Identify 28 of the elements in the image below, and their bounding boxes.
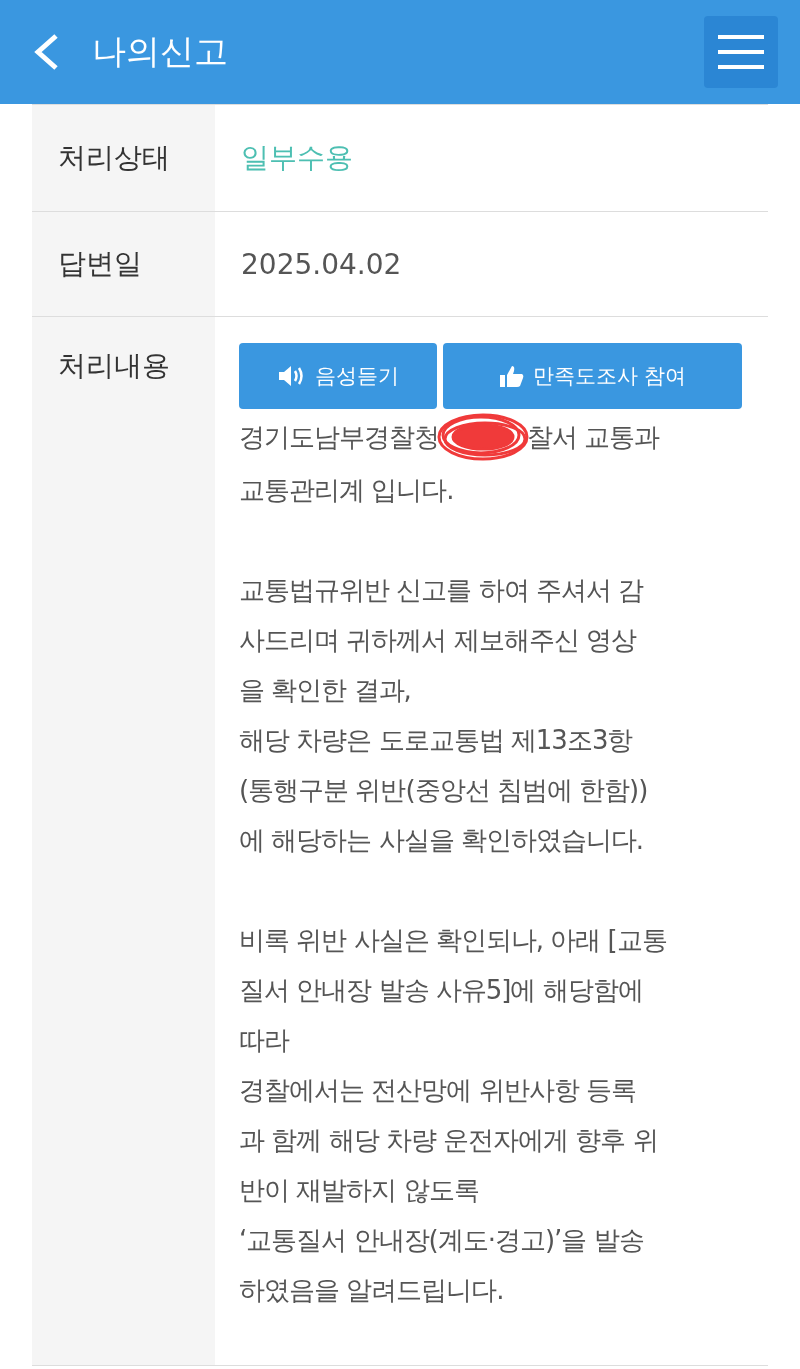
answer-text: 해당 차량은 도로교통법 제13조3항 <box>239 724 634 757</box>
answer-text: 비록 위반 사실은 확인되나, 아래 [교통 <box>239 924 668 957</box>
menu-button[interactable] <box>704 16 778 88</box>
field-label: 답변일 <box>32 212 215 316</box>
field-label: 처리내용 <box>58 349 170 382</box>
answer-text: 경찰에서는 전산망에 위반사항 등록 <box>239 1074 637 1107</box>
answer-text: 과 함께 해당 차량 운전자에게 향후 위 <box>239 1124 659 1157</box>
page-title: 나의신고 <box>92 30 229 73</box>
answer-text: 사드리며 귀하께서 제보해주신 영상 <box>239 624 638 657</box>
answer-text: 반이 재발하지 않도록 <box>239 1174 480 1207</box>
thumbs-up-icon <box>498 364 525 388</box>
answer-text: (통행구분 위반(중앙선 침범에 한함)) <box>239 774 649 807</box>
field-value: 2025.04.02 <box>240 246 403 283</box>
listen-button[interactable]: 음성듣기 <box>239 343 437 409</box>
answer-text: 교통관리계 입니다. <box>239 474 455 507</box>
answer-text: ‘교통질서 안내장(계도·경고)’을 발송 <box>239 1224 645 1257</box>
menu-icon <box>718 35 764 69</box>
answer-text: 에 해당하는 사실을 확인하였습니다. <box>239 824 645 857</box>
field-label: 처리상태 <box>32 105 215 211</box>
answer-text: 하였음을 알려드립니다. <box>239 1274 505 1307</box>
survey-button[interactable]: 만족도조사 참여 <box>443 343 742 409</box>
answer-text: 따라 <box>239 1024 291 1057</box>
answer-text: 질서 안내장 발송 사유5]에 해당함에 <box>239 974 644 1007</box>
answer-text: 찰서 교통과 <box>527 421 660 454</box>
status-value: 일부수용 <box>240 140 354 176</box>
answer-text: 을 확인한 결과, <box>239 674 412 707</box>
answer-text: 경기도남부경찰청 <box>239 421 439 454</box>
answer-text: 교통법규위반 신고를 하여 주셔서 감 <box>239 574 645 607</box>
